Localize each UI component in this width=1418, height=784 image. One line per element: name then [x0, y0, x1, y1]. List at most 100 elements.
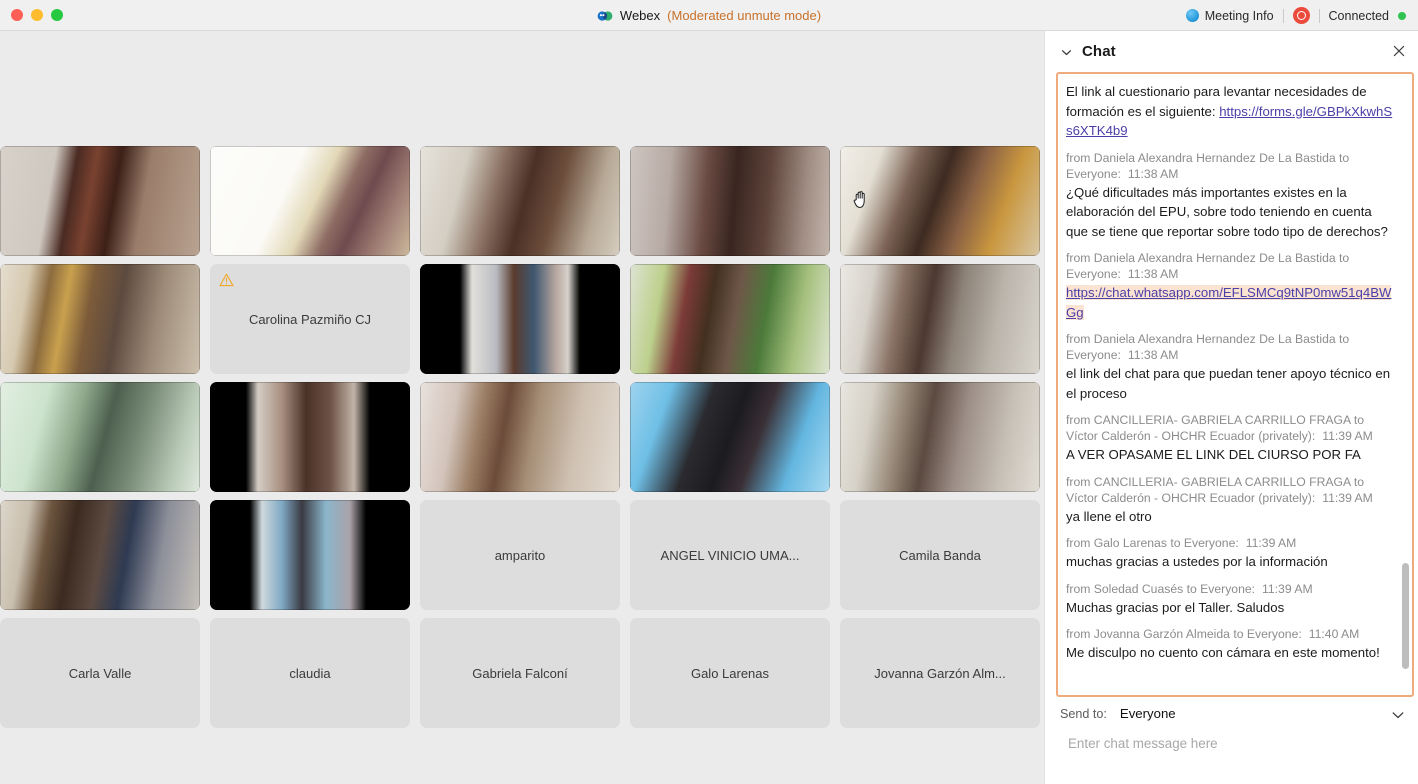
participant-tile[interactable]: [210, 382, 410, 492]
participant-name-label: Jovanna Garzón Alm...: [874, 665, 1006, 681]
send-to-label: Send to:: [1060, 706, 1107, 721]
chat-message-sender-text: from Soledad Cuasés to Everyone:: [1066, 581, 1256, 596]
participant-tile[interactable]: Jovanna Garzón Alm...: [840, 618, 1040, 728]
participant-video-feed: [0, 500, 200, 610]
participant-tile[interactable]: [630, 382, 830, 492]
window-titlebar: Webex (Moderated unmute mode) Meeting In…: [0, 0, 1418, 31]
chat-message-body: Muchas gracias por el Taller. Saludos: [1066, 598, 1396, 618]
divider: [1282, 8, 1284, 23]
meeting-mode-label: (Moderated unmute mode): [667, 8, 822, 23]
close-window-button[interactable]: [11, 9, 23, 21]
participant-video-feed: [0, 382, 200, 492]
chat-message-text: ¿Qué dificultades más importantes existe…: [1066, 184, 1388, 239]
participant-tile[interactable]: [840, 382, 1040, 492]
chat-message-timestamp: 11:38 AM: [1127, 348, 1179, 362]
chat-message-sender-text: from Daniela Alexandra Hernandez De La B…: [1066, 251, 1350, 281]
participant-tile[interactable]: [630, 264, 830, 374]
warning-icon: [219, 273, 234, 287]
close-icon[interactable]: [1391, 43, 1407, 59]
participant-tile[interactable]: amparito: [420, 500, 620, 610]
meeting-info-button[interactable]: Meeting Info: [1185, 9, 1274, 23]
participant-name-label: claudia: [289, 665, 331, 681]
participant-tile[interactable]: [420, 264, 620, 374]
chat-message-timestamp: 11:40 AM: [1308, 627, 1360, 641]
chevron-down-icon[interactable]: [1391, 708, 1405, 720]
chat-message-text: muchas gracias a ustedes por la informac…: [1066, 554, 1328, 569]
chat-message-link[interactable]: https://chat.whatsapp.com/EFLSMCq9tNP0mw…: [1066, 285, 1392, 320]
window-traffic-lights: [11, 9, 63, 21]
chat-message-sender: from Daniela Alexandra Hernandez De La B…: [1066, 150, 1396, 182]
app-name-label: Webex: [619, 8, 661, 23]
chat-message-text: A VER OPASAME EL LINK DEL CIURSO POR FA: [1066, 447, 1361, 462]
chat-message-sender: from Daniela Alexandra Hernandez De La B…: [1066, 250, 1396, 282]
chat-message: from CANCILLERIA- GABRIELA CARRILLO FRAG…: [1066, 412, 1396, 465]
participant-tile[interactable]: [0, 382, 200, 492]
chat-message-timestamp: 11:39 AM: [1262, 581, 1313, 596]
participant-tile[interactable]: [420, 382, 620, 492]
participant-tile[interactable]: Gabriela Falconí: [420, 618, 620, 728]
chat-message-text: Me disculpo no cuento con cámara en este…: [1066, 645, 1380, 660]
participant-name-label: ANGEL VINICIO UMA...: [660, 547, 800, 563]
chat-message-body: el link del chat para que puedan tener a…: [1066, 364, 1396, 403]
participant-video-feed: [210, 146, 410, 256]
chat-message: from Daniela Alexandra Hernandez De La B…: [1066, 250, 1396, 322]
participant-tile[interactable]: [210, 500, 410, 610]
send-to-selector[interactable]: Send to: Everyone: [1045, 697, 1418, 730]
chat-message-body: A VER OPASAME EL LINK DEL CIURSO POR FA: [1066, 445, 1396, 465]
minimize-window-button[interactable]: [31, 9, 43, 21]
participant-tile[interactable]: claudia: [210, 618, 410, 728]
participant-tile[interactable]: [420, 146, 620, 256]
maximize-window-button[interactable]: [51, 9, 63, 21]
chat-message: from Galo Larenas to Everyone: 11:39 AM mu…: [1066, 535, 1396, 572]
connection-status-dot: [1398, 11, 1406, 20]
webex-logo-icon: [597, 8, 613, 24]
participant-tile[interactable]: Camila Banda: [840, 500, 1040, 610]
chat-message-sender: from Soledad Cuasés to Everyone: 11:39 AM: [1066, 581, 1396, 597]
participant-tile[interactable]: [0, 146, 200, 256]
chat-message-body: ¿Qué dificultades más importantes existe…: [1066, 183, 1396, 242]
participant-tile[interactable]: [210, 146, 410, 256]
participant-name-label: Carolina Pazmiño CJ: [248, 311, 372, 327]
participant-name-label: Carla Valle: [68, 665, 132, 681]
chat-message-timestamp: 11:39 AM: [1322, 429, 1373, 443]
chat-message: from Daniela Alexandra Hernandez De La B…: [1066, 331, 1396, 403]
webex-meeting-window: Webex (Moderated unmute mode) Meeting In…: [0, 0, 1418, 784]
participant-video-feed: [0, 264, 200, 374]
participant-video-feed: [210, 382, 410, 492]
participant-video-feed: [840, 382, 1040, 492]
participant-tile[interactable]: Carla Valle: [0, 618, 200, 728]
chat-message: El link al cuestionario para levantar ne…: [1066, 82, 1396, 141]
participant-video-feed: [630, 382, 830, 492]
chat-messages-container: El link al cuestionario para levantar ne…: [1056, 72, 1414, 697]
participant-tile[interactable]: [840, 264, 1040, 374]
chat-message-sender: from CANCILLERIA- GABRIELA CARRILLO FRAG…: [1066, 412, 1396, 444]
chat-message-sender: from Jovanna Garzón Almeida to Everyone:…: [1066, 626, 1396, 642]
divider: [1318, 8, 1320, 23]
chat-message-body: El link al cuestionario para levantar ne…: [1066, 82, 1396, 141]
participant-tile[interactable]: Galo Larenas: [630, 618, 830, 728]
participant-tile[interactable]: ANGEL VINICIO UMA...: [630, 500, 830, 610]
chat-message-body: Me disculpo no cuento con cámara en este…: [1066, 643, 1396, 663]
participant-tile[interactable]: [0, 264, 200, 374]
chat-message-sender-text: from Daniela Alexandra Hernandez De La B…: [1066, 332, 1350, 362]
chat-message-input[interactable]: Enter chat message here: [1045, 730, 1418, 784]
chat-scrollbar[interactable]: [1401, 76, 1410, 693]
participant-tile[interactable]: [840, 146, 1040, 256]
chat-message-sender: from CANCILLERIA- GABRIELA CARRILLO FRAG…: [1066, 474, 1396, 506]
meeting-info-icon: [1185, 9, 1199, 22]
participant-video-feed: [630, 264, 830, 374]
participant-tile[interactable]: Carolina Pazmiño CJ: [210, 264, 410, 374]
participant-name-label: amparito: [494, 547, 546, 563]
chat-message-list[interactable]: El link al cuestionario para levantar ne…: [1058, 74, 1412, 695]
chat-message-timestamp: 11:38 AM: [1127, 166, 1179, 181]
chat-panel-title: Chat: [1082, 43, 1116, 60]
participant-tile[interactable]: [0, 500, 200, 610]
chat-message-sender-text: from Galo Larenas to Everyone:: [1066, 536, 1239, 550]
chat-message-text: Muchas gracias por el Taller. Saludos: [1066, 599, 1285, 615]
chat-scrollbar-thumb[interactable]: [1402, 563, 1409, 669]
record-icon[interactable]: [1292, 7, 1310, 24]
chevron-down-icon[interactable]: [1060, 46, 1073, 59]
participant-tile[interactable]: [630, 146, 830, 256]
chat-panel-header: Chat: [1045, 31, 1418, 72]
participant-video-feed: [0, 146, 200, 256]
